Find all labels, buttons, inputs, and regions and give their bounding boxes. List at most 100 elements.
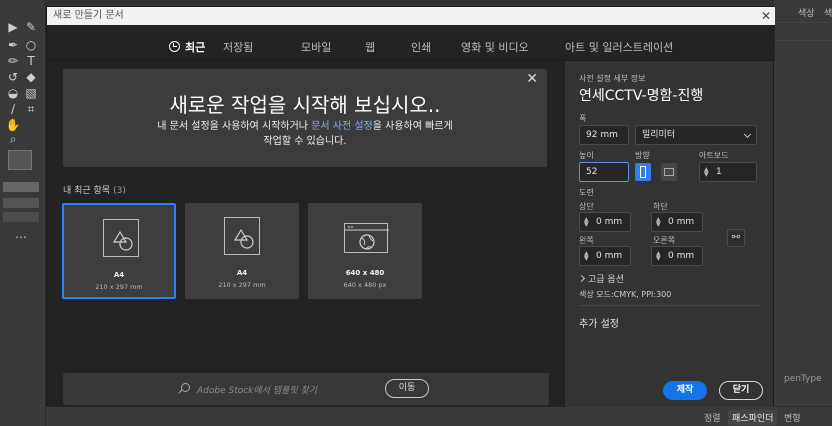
welcome-banner: ✕ 새로운 작업을 시작해 보십시오.. 내 문서 설정을 사용하여 시작하거나… [63,69,547,167]
welcome-text-part: 을 사용하여 빠르게 [372,121,453,132]
tab-recent-label: 최근 [185,41,206,54]
tab-align[interactable]: 정렬 [700,410,725,425]
bleed-top-field[interactable]: ▲ ▼ 0 mm [579,212,631,232]
section-title: 사전 설정 세부 정보 [579,74,646,83]
close-icon[interactable]: ✕ [761,7,771,25]
bottom-label: 하단 [653,202,668,211]
artboard-label: 아트보드 [699,151,729,160]
tab-art-illustration[interactable]: 아트 및 일러스트레이션 [565,39,673,55]
new-document-dialog: 새로 만들기 문서 ✕ 최근 저장됨 모바일 웹 인쇄 영화 및 비디오 아트 … [46,6,775,407]
right-panel-strip: 색상 색상 안내 penType [774,0,832,426]
more-tools-icon[interactable]: ⋯ [13,230,29,244]
top-label: 상단 [579,202,594,211]
bleed-right-field[interactable]: ▲ ▼ 0 mm [651,246,703,266]
recent-item-card[interactable]: A4 210 x 297 mm [185,203,299,299]
panel-divider [774,22,832,23]
panel-divider [774,40,832,41]
more-settings-link[interactable]: 추가 설정 [579,315,619,330]
welcome-text: 내 문서 설정을 사용하여 시작하거나 문서 사전 설정을 사용하여 빠르게 작… [123,119,487,149]
close-button[interactable]: 닫기 [719,381,763,400]
artboard-tool-icon[interactable]: ⌗ [23,102,39,116]
recent-item-dims: 210 x 297 mm [95,283,143,291]
hand-tool-icon[interactable]: ✋ [5,118,21,132]
tab-recent[interactable]: 최근 [150,39,208,64]
fill-stroke-icon[interactable] [8,150,32,170]
search-input[interactable]: Adobe Stock에서 템플릿 찾기 [197,383,317,396]
bleed-top-value: 0 mm [596,217,623,227]
eraser-tool-icon[interactable]: ◆ [23,70,39,84]
pen-tool-icon[interactable]: ✎ [23,20,39,34]
selection-tool-icon[interactable]: ▶ [5,20,21,34]
dialog-title: 새로 만들기 문서 [53,10,124,21]
dismiss-banner-icon[interactable]: ✕ [526,71,538,87]
advanced-options-label: 고급 옵션 [588,275,624,285]
rotate-tool-icon[interactable]: ↺ [5,70,21,84]
opentype-panel-label[interactable]: penType [784,374,822,384]
recent-item-card[interactable]: 640 x 480 640 x 480 px [308,203,422,299]
type-tool-icon[interactable]: T [23,54,39,68]
welcome-text-part: 내 문서 설정을 사용하여 시작하거나 [157,121,312,132]
tab-color-panel[interactable]: 색상 [798,6,815,19]
width-field[interactable]: 92 mm [579,125,629,145]
divider [579,305,759,306]
left-label: 왼쪽 [579,236,594,245]
advanced-options-toggle[interactable]: 고급 옵션 [577,272,624,285]
tab-pathfinder[interactable]: 패스파인더 [728,410,778,425]
web-globe-icon [344,223,389,253]
gradient-tool-icon[interactable]: ▧ [23,86,39,100]
tab-transform[interactable]: 변형 [780,410,805,425]
document-shapes-icon [224,217,260,255]
stepper-arrows-icon[interactable]: ▲ ▼ [656,251,661,262]
recent-item-dims: 640 x 480 px [343,281,387,289]
units-value: 밀리미터 [642,130,676,140]
height-field[interactable]: 52 [579,162,629,182]
right-label: 오른쪽 [653,236,676,245]
units-select[interactable]: 밀리미터 [635,125,757,145]
tab-color-guide[interactable]: 색상 안내 [824,6,832,19]
tools-panel: ▶ ✎ ✒ ○ ✏ T ↺ ◆ ◒ ▧ ∕ ⌗ ✋ ⌕ ⋯ [0,0,46,426]
ellipse-tool-icon[interactable]: ○ [23,38,39,52]
create-button[interactable]: 제작 [663,381,707,400]
brush-tool-icon[interactable]: ✒ [5,38,21,52]
landscape-orientation-button[interactable] [661,163,677,181]
go-button[interactable]: 이동 [385,379,429,398]
eyedropper-tool-icon[interactable]: ∕ [5,102,21,116]
recent-pane: ✕ 새로운 작업을 시작해 보십시오.. 내 문서 설정을 사용하여 시작하거나… [47,61,565,407]
link-bleed-icon[interactable]: ⚯ [727,229,745,247]
height-label: 높이 [579,151,594,160]
document-presets-link[interactable]: 문서 사전 설정 [311,121,373,132]
recent-items-title: 내 최근 항목 (3) [63,183,126,196]
bleed-bottom-value: 0 mm [668,217,695,227]
welcome-heading: 새로운 작업을 시작해 보십시오.. [169,93,441,117]
portrait-orientation-button[interactable] [635,163,651,181]
stepper-arrows-icon[interactable]: ▲ ▼ [656,217,661,228]
recent-title-text: 내 최근 항목 [63,186,111,196]
tab-web[interactable]: 웹 [365,39,375,55]
bleed-bottom-field[interactable]: ▲ ▼ 0 mm [651,212,703,232]
zoom-tool-icon[interactable]: ⌕ [5,132,21,146]
recent-item-card[interactable]: A4 210 x 297 mm [62,203,176,299]
tab-film-video[interactable]: 영화 및 비디오 [461,39,529,55]
preset-name-field[interactable]: 연세CCTV-명함-진행 [579,85,703,105]
shape-builder-icon[interactable]: ◒ [5,86,21,100]
bleed-label: 도련 [579,188,594,197]
tab-saved[interactable]: 저장됨 [223,39,253,55]
stock-template-search: Adobe Stock에서 템플릿 찾기 이동 [63,373,549,405]
tab-mobile[interactable]: 모바일 [301,39,331,55]
landscape-icon [664,168,674,176]
screen-mode-icon[interactable] [3,212,39,222]
recent-item-dims: 210 x 297 mm [218,281,266,289]
draw-mode-icon[interactable] [3,198,39,208]
color-mode-icon[interactable] [3,182,39,192]
stepper-arrows-icon[interactable]: ▲ ▼ [704,167,709,178]
chevron-right-icon [577,274,586,283]
bleed-left-field[interactable]: ▲ ▼ 0 mm [579,246,631,266]
bottom-panel-bar: 정렬 패스파인더 변형 [46,406,832,426]
artboard-stepper[interactable]: ▲ ▼ 1 [699,162,757,182]
tab-print[interactable]: 인쇄 [411,39,431,55]
pencil-tool-icon[interactable]: ✏ [5,54,21,68]
search-icon [181,383,190,392]
preset-tabs: 최근 저장됨 모바일 웹 인쇄 영화 및 비디오 아트 및 일러스트레이션 [47,25,775,64]
stepper-arrows-icon[interactable]: ▲ ▼ [584,217,589,228]
stepper-arrows-icon[interactable]: ▲ ▼ [584,251,589,262]
